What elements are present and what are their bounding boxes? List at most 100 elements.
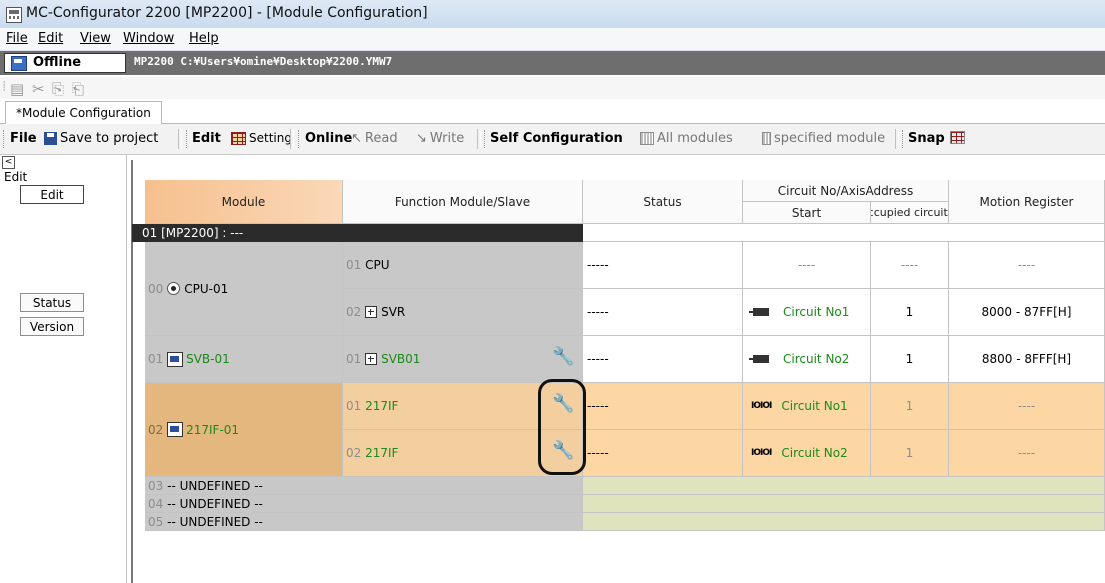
toolbar-snap-label: Snap: [908, 131, 945, 146]
toolbar-grip: [298, 130, 302, 148]
menu-file[interactable]: File: [6, 31, 28, 46]
header-occupied[interactable]: Occupied circuits: [871, 202, 949, 224]
write-icon: ↘: [416, 131, 427, 146]
occupied-cell[interactable]: 1: [871, 336, 949, 383]
function-cell-svb01[interactable]: 01 SVB01: [343, 336, 583, 383]
header-module[interactable]: Module: [145, 180, 343, 224]
collapse-pane-button[interactable]: <: [2, 156, 15, 169]
header-motion-register[interactable]: Motion Register: [949, 180, 1105, 224]
start-cell[interactable]: ----: [743, 242, 871, 289]
write-button[interactable]: ↘ Write: [416, 131, 464, 146]
save-to-project-button[interactable]: Save to project: [44, 131, 158, 146]
mini-toolbar: ⁞ ▤ ✂ ⎘ ⎗: [0, 77, 1105, 99]
status-cell[interactable]: -----: [583, 336, 743, 383]
motion-cell[interactable]: ----: [949, 430, 1105, 477]
occupied-cell[interactable]: 1: [871, 383, 949, 430]
specified-module-icon: [762, 132, 771, 145]
all-modules-button[interactable]: All modules: [640, 131, 733, 146]
start-cell[interactable]: IOIOI Circuit No1: [743, 383, 871, 430]
undefined-row-fill: [583, 495, 1105, 513]
status-view-button[interactable]: Status: [20, 293, 84, 312]
io-icon: IOIOI: [751, 401, 772, 411]
menu-window[interactable]: Window: [123, 31, 174, 46]
function-cell-cpu[interactable]: 01 CPU: [343, 242, 583, 289]
group-row-mp2200[interactable]: 01 [MP2200] : ---: [132, 224, 583, 242]
circuit-icon: [749, 308, 769, 316]
read-icon: ↖: [351, 131, 362, 146]
toolbar-grip: [3, 130, 7, 148]
status-cell[interactable]: -----: [583, 383, 743, 430]
project-path: MP2200 C:¥Users¥omine¥Desktop¥2200.YMW7: [134, 55, 393, 68]
toolbar-grip: [484, 130, 488, 148]
start-cell[interactable]: Circuit No2: [743, 336, 871, 383]
menu-help[interactable]: Help: [189, 31, 219, 46]
svb-module-icon: [167, 351, 184, 367]
header-status[interactable]: Status: [583, 180, 743, 224]
wrench-icon[interactable]: 🔧: [552, 346, 574, 367]
header-start[interactable]: Start: [743, 202, 871, 224]
toolbar-online-label: Online: [305, 131, 353, 146]
offline-icon: [11, 56, 27, 71]
save-icon[interactable]: ▤: [10, 80, 24, 98]
offline-button[interactable]: Offline: [4, 53, 126, 73]
menu-view[interactable]: View: [80, 31, 111, 46]
specified-module-button[interactable]: specified module: [762, 131, 885, 146]
title-bar: MC-Configurator 2200 [MP2200] - [Module …: [0, 0, 1105, 29]
tab-module-configuration[interactable]: *Module Configuration: [5, 101, 162, 124]
cut-icon[interactable]: ✂: [32, 80, 45, 98]
setting-grid-icon: [231, 131, 246, 145]
all-modules-icon: [640, 132, 654, 145]
expand-icon[interactable]: [365, 353, 378, 365]
undefined-row[interactable]: 05 -- UNDEFINED --: [145, 513, 583, 531]
undefined-row-fill: [583, 513, 1105, 531]
toolbar-edit-label: Edit: [192, 131, 221, 146]
toolbar-separator: [477, 129, 481, 149]
module-cell-217if[interactable]: 02 217IF-01: [145, 383, 343, 477]
header-function[interactable]: Function Module/Slave: [343, 180, 583, 224]
snap-grid-icon[interactable]: [950, 131, 965, 144]
expand-icon[interactable]: [365, 306, 378, 318]
undefined-row[interactable]: 04 -- UNDEFINED --: [145, 495, 583, 513]
undefined-row[interactable]: 03 -- UNDEFINED --: [145, 477, 583, 495]
tab-row: *Module Configuration: [0, 99, 1105, 124]
toolbar-file-label: File: [10, 131, 37, 146]
main-toolbar: File Save to project Edit Setting Online…: [0, 124, 1105, 155]
occupied-cell[interactable]: ----: [871, 242, 949, 289]
floppy-icon: [44, 132, 57, 145]
paste-icon[interactable]: ⎗: [72, 80, 84, 98]
header-circuit-group: Circuit No/AxisAddress: [743, 180, 949, 202]
motion-cell[interactable]: ----: [949, 242, 1105, 289]
group-row-fill: [583, 224, 1105, 242]
menu-edit[interactable]: Edit: [38, 31, 63, 46]
occupied-cell[interactable]: 1: [871, 430, 949, 477]
edit-view-button[interactable]: Edit: [20, 185, 84, 204]
status-cell[interactable]: -----: [583, 242, 743, 289]
module-cell-cpu[interactable]: 00 CPU-01: [145, 242, 343, 336]
project-bar: Offline MP2200 C:¥Users¥omine¥Desktop¥22…: [0, 51, 1105, 75]
version-view-button[interactable]: Version: [20, 317, 84, 336]
start-cell[interactable]: IOIOI Circuit No2: [743, 430, 871, 477]
217if-module-icon: [167, 422, 184, 437]
function-cell-svr[interactable]: 02 SVR: [343, 289, 583, 336]
toolbar-separator: [895, 129, 899, 149]
toolbar-selfconfig-label: Self Configuration: [490, 131, 623, 146]
status-cell[interactable]: -----: [583, 289, 743, 336]
circuit-icon: [749, 355, 769, 363]
module-cell-svb[interactable]: 01 SVB-01: [145, 336, 343, 383]
io-icon: IOIOI: [751, 448, 772, 458]
undefined-row-fill: [583, 477, 1105, 495]
left-pane: < Edit Edit Status Version: [0, 155, 127, 583]
left-pane-title: Edit: [4, 170, 28, 184]
occupied-cell[interactable]: 1: [871, 289, 949, 336]
window-title: MC-Configurator 2200 [MP2200] - [Module …: [26, 5, 428, 21]
setting-button[interactable]: Setting: [231, 131, 292, 145]
copy-icon[interactable]: ⎘: [52, 80, 64, 98]
motion-cell[interactable]: ----: [949, 383, 1105, 430]
menu-bar: File Edit View Window Help: [0, 28, 1105, 51]
motion-cell[interactable]: 8800 - 8FFF[H]: [949, 336, 1105, 383]
motion-cell[interactable]: 8000 - 87FF[H]: [949, 289, 1105, 336]
status-cell[interactable]: -----: [583, 430, 743, 477]
start-cell[interactable]: Circuit No1: [743, 289, 871, 336]
toolbar-separator: [178, 129, 182, 149]
read-button[interactable]: ↖ Read: [351, 131, 398, 146]
